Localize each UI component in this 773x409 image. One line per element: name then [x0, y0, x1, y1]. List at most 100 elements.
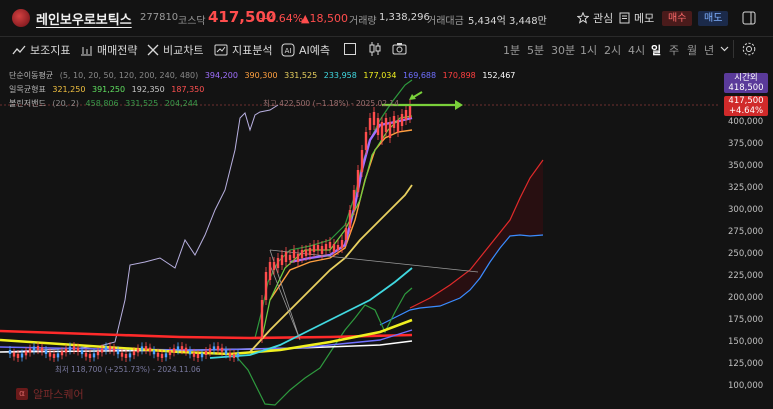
buy-button[interactable]: 매수 [662, 11, 693, 26]
memo-icon [619, 12, 630, 24]
strategy-button[interactable]: 매매전략 [80, 42, 137, 58]
sma-params: (5, 10, 20, 50, 120, 200, 240, 480) [59, 71, 199, 80]
candle-body [380, 122, 384, 140]
sma-200-value: 169,688 [403, 71, 437, 80]
timeframe-2h[interactable]: 2시 [604, 42, 621, 58]
ichimoku-value-1: 321,250 [52, 85, 86, 94]
candle-body [348, 210, 352, 228]
candle-body [8, 350, 12, 354]
candle-body [148, 347, 152, 352]
candle-body [292, 250, 296, 258]
y-tick-250000: 250,000 [728, 249, 764, 259]
candle-body [188, 350, 192, 355]
candle-body [328, 242, 332, 248]
panel-toggle-icon[interactable] [742, 11, 756, 25]
camera-icon[interactable] [392, 42, 407, 55]
timeframe-week[interactable]: 주 [669, 42, 679, 58]
amount-label: 거래대금 [427, 16, 464, 27]
watermark: α 알파스퀘어 [16, 386, 84, 402]
settings-icon[interactable] [741, 41, 757, 57]
candle-body [24, 351, 28, 356]
candlestick-icon[interactable] [368, 41, 382, 57]
candle-body [392, 116, 396, 128]
candle-body [364, 132, 368, 150]
candle-body [40, 347, 44, 352]
timeframe-day[interactable]: 일 [651, 42, 661, 58]
candle-body [180, 346, 184, 351]
candle-body [156, 352, 160, 357]
candle-body [60, 351, 64, 356]
candle-body [44, 350, 48, 355]
candle-body [116, 350, 120, 355]
candle-body [32, 346, 36, 351]
y-tick-275000: 275,000 [728, 227, 764, 237]
candle-body [20, 353, 24, 358]
candle-body [324, 244, 328, 250]
candle-body [208, 348, 212, 353]
candle-body [120, 352, 124, 357]
timeframe-1h[interactable]: 1시 [580, 42, 597, 58]
volume-value: 1,338,296 [379, 12, 430, 23]
candle-body [104, 346, 108, 351]
square-draw-icon[interactable] [343, 42, 357, 56]
analysis-button[interactable]: 지표분석 [214, 42, 272, 58]
chevron-down-icon[interactable] [720, 46, 729, 52]
timeframe-year[interactable]: 년 [704, 42, 714, 58]
compare-icon [147, 44, 159, 56]
candle-body [220, 347, 224, 352]
analysis-icon [214, 44, 228, 56]
candle-body [76, 347, 80, 352]
candle-body [308, 248, 312, 255]
candle-body [288, 255, 292, 260]
indicators-button[interactable]: 보조지표 [12, 42, 70, 58]
candle-body [216, 346, 220, 351]
candle-body [304, 250, 308, 256]
timeframe-month[interactable]: 월 [687, 42, 697, 58]
watch-label: 관심 [593, 12, 614, 25]
candle-body [112, 347, 116, 352]
timeframe-30min[interactable]: 30분 [551, 42, 575, 58]
sma-20-value: 331,525 [284, 71, 318, 80]
after-hours-value: 418,500 [728, 83, 764, 93]
candle-body [128, 353, 132, 358]
ichimoku-value-4: 187,350 [171, 85, 205, 94]
current-price-tag: 417,500 +4.64% [724, 96, 768, 116]
after-hours-tag: 시간외 418,500 [724, 73, 768, 93]
compare-label: 비교차트 [163, 44, 204, 57]
price-chart[interactable]: 단순이동평균 (5, 10, 20, 50, 120, 200, 240, 48… [0, 64, 773, 409]
ai-predict-button[interactable]: AI AI예측 [281, 42, 330, 58]
candle-body [276, 258, 280, 268]
candle-body [232, 353, 236, 358]
candle-body [100, 348, 104, 353]
change-percent: +4.64% [259, 12, 304, 25]
compare-button[interactable]: 비교차트 [147, 42, 203, 58]
candle-body [400, 114, 404, 126]
timeframe-1min[interactable]: 1분 [503, 42, 520, 58]
chart-canvas[interactable] [0, 64, 773, 409]
memo-button[interactable]: 메모 [619, 10, 654, 26]
candle-body [236, 353, 240, 358]
bollinger-mid-value: 331,525 [125, 99, 159, 108]
ichimoku-cloud [410, 160, 543, 308]
high-annotation: 최고 422,500 (−1.18%) - 2025.02.14 [263, 99, 399, 108]
candle-body [176, 346, 180, 351]
timeframe-5min[interactable]: 5분 [527, 42, 544, 58]
ichimoku-base-line [261, 115, 413, 339]
target-arrow-head [455, 100, 463, 110]
watch-button[interactable]: 관심 [577, 10, 613, 26]
sma-legend: 단순이동평균 (5, 10, 20, 50, 120, 200, 240, 48… [9, 70, 519, 81]
bollinger-upper [254, 79, 413, 339]
candle-body [124, 353, 128, 358]
strategy-label: 매매전략 [97, 44, 138, 57]
ichimoku-label: 일목균형표 [9, 85, 46, 94]
sell-button[interactable]: 매도 [698, 11, 729, 26]
lagging-span-line [0, 104, 279, 353]
toolbar-divider [733, 40, 734, 58]
strategy-icon [81, 46, 92, 56]
candle-body [168, 351, 172, 356]
stock-name[interactable]: 레인보우로보틱스 [36, 9, 132, 28]
ai-label: AI예측 [299, 44, 331, 57]
candle-body [320, 246, 324, 254]
candle-body [28, 348, 32, 353]
timeframe-4h[interactable]: 4시 [628, 42, 645, 58]
